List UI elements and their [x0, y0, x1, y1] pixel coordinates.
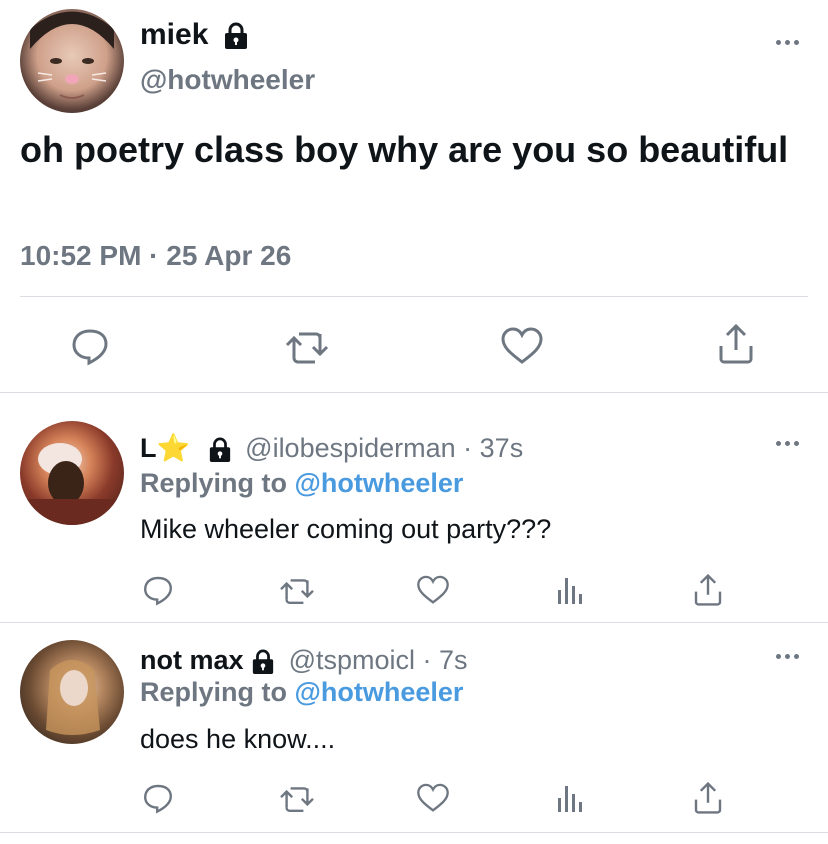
analytics-icon[interactable] — [556, 782, 584, 814]
like-icon[interactable] — [416, 574, 450, 606]
reply-text: does he know.... — [140, 724, 336, 754]
lock-icon — [208, 437, 232, 463]
reply-icon[interactable] — [142, 574, 174, 606]
replying-to: Replying to @hotwheeler — [140, 677, 463, 708]
divider — [0, 622, 828, 623]
lock-icon — [251, 649, 275, 675]
more-options-icon[interactable] — [776, 654, 799, 659]
display-name[interactable]: not max — [140, 645, 244, 675]
avatar-reply-1[interactable] — [20, 421, 124, 525]
reply-icon[interactable] — [70, 326, 110, 366]
lock-icon — [223, 22, 249, 50]
replying-to-label: Replying to — [140, 677, 287, 707]
share-icon[interactable] — [692, 572, 724, 608]
more-options-icon[interactable] — [776, 441, 799, 446]
like-icon[interactable] — [500, 326, 544, 366]
avatar-reply-2[interactable] — [20, 640, 124, 744]
replying-to-handle[interactable]: @hotwheeler — [295, 468, 464, 498]
retweet-icon[interactable] — [278, 782, 316, 814]
reply-text: Mike wheeler coming out party??? — [140, 514, 552, 544]
replying-to: Replying to @hotwheeler — [140, 468, 463, 499]
more-options-icon[interactable] — [776, 40, 799, 45]
analytics-icon[interactable] — [556, 574, 584, 606]
retweet-icon[interactable] — [284, 326, 330, 366]
reply-header: not max @tspmoicl · 7s — [140, 644, 468, 676]
divider — [0, 392, 828, 393]
retweet-icon[interactable] — [278, 574, 316, 606]
reply-header: L⭐ @ilobespiderman · 37s — [140, 432, 523, 464]
replying-to-handle[interactable]: @hotwheeler — [295, 677, 464, 707]
like-icon[interactable] — [416, 782, 450, 814]
replying-to-label: Replying to — [140, 468, 287, 498]
share-icon[interactable] — [716, 322, 756, 366]
display-name[interactable]: L — [140, 433, 157, 463]
author-name-row: miek — [140, 18, 249, 52]
share-icon[interactable] — [692, 780, 724, 816]
star-emoji: ⭐ — [156, 433, 191, 463]
display-name[interactable]: miek — [140, 18, 208, 51]
tweet-text: oh poetry class boy why are you so beaut… — [20, 129, 789, 170]
tweet-timestamp[interactable]: 10:52 PM · 25 Apr 26 — [20, 240, 291, 272]
divider — [0, 832, 828, 833]
divider — [20, 296, 808, 297]
reply-icon[interactable] — [142, 782, 174, 814]
handle-time[interactable]: @ilobespiderman · 37s — [245, 433, 523, 463]
author-handle[interactable]: @hotwheeler — [140, 64, 315, 96]
avatar-miek[interactable] — [20, 9, 124, 113]
handle-time[interactable]: @tspmoicl · 7s — [289, 645, 468, 675]
